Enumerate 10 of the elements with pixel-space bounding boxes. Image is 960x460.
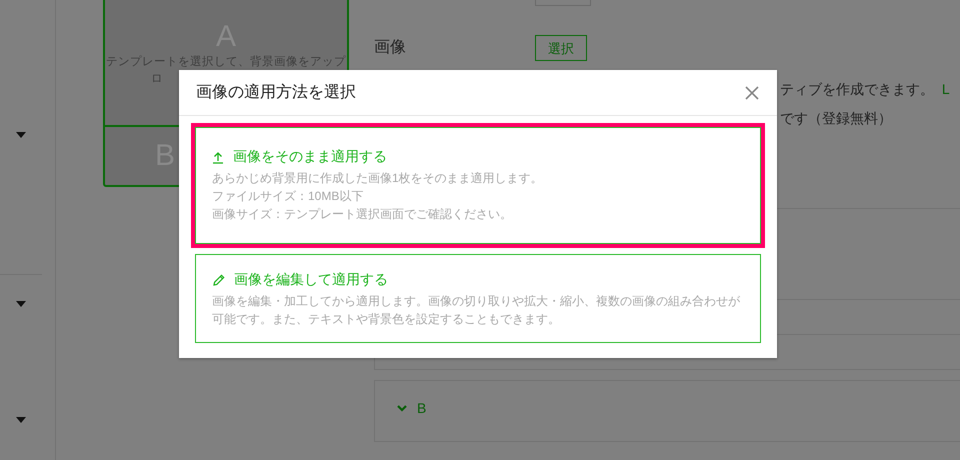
- option-title: 画像を編集して適用する: [234, 271, 388, 289]
- option-description: 画像サイズ：テンプレート選択画面でご確認ください。: [212, 206, 513, 223]
- image-label: 画像: [374, 38, 407, 58]
- option-description: 画像を編集・加工してから適用します。画像の切り取りや拡大・縮小、複数の画像の組み合わせが可能です。また、テキストや背景色を設定することもできます。: [212, 293, 741, 328]
- option-description: ファイルサイズ：10MB以下: [212, 188, 364, 205]
- option-title: 画像をそのまま適用する: [233, 148, 387, 166]
- dialog-title: 画像の適用方法を選択: [196, 82, 356, 103]
- note-text: ティブを作成できます。: [780, 81, 934, 97]
- note-text: です（登録無料）: [780, 110, 892, 126]
- option-description: あらかじめ背景用に作成した画像1枚をそのまま適用します。: [212, 170, 544, 187]
